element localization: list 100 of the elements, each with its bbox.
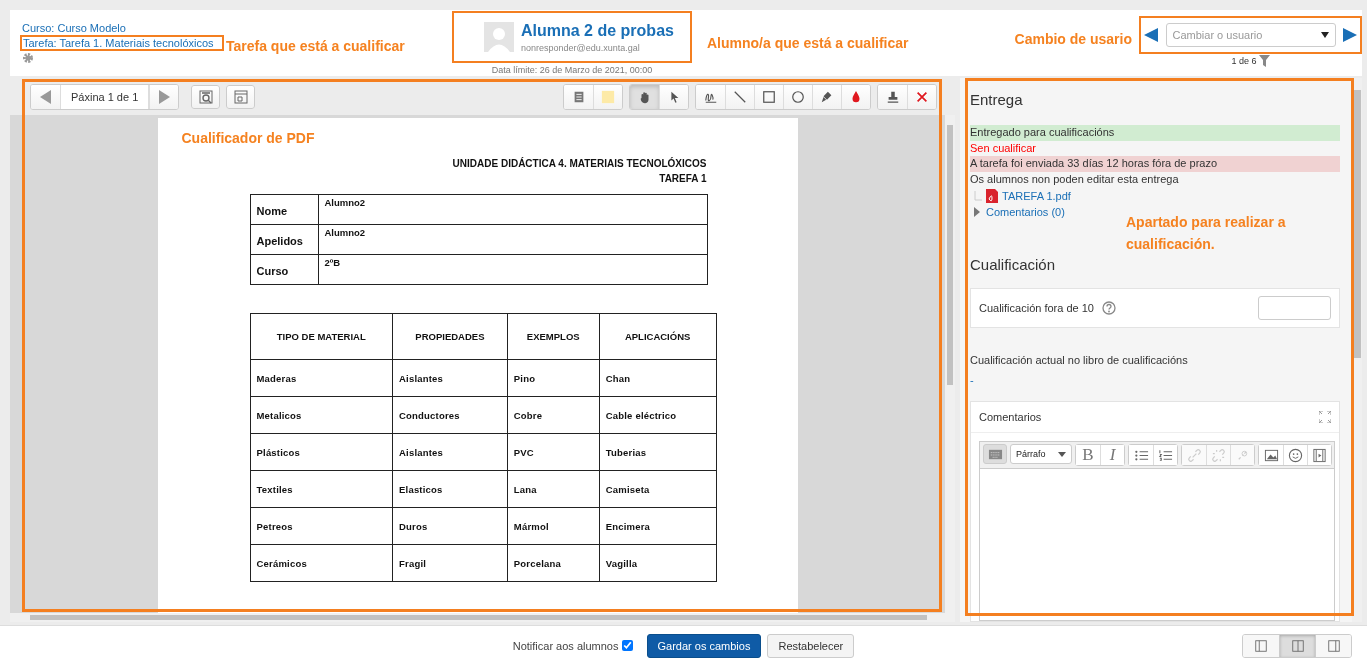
table-cell: Porcelana bbox=[507, 544, 600, 582]
current-grade-value: - bbox=[970, 374, 975, 387]
layout-icon bbox=[1326, 638, 1341, 653]
tool-button[interactable] bbox=[812, 84, 841, 109]
link-icon bbox=[1186, 447, 1202, 463]
scrollbar[interactable] bbox=[1352, 78, 1362, 622]
table-cell: Textiles bbox=[250, 470, 393, 508]
user-name[interactable]: Alumna 2 de probas bbox=[521, 21, 674, 40]
section-heading: Cualificación bbox=[970, 256, 1057, 275]
table-cell: Tuberias bbox=[599, 433, 716, 471]
grade-input[interactable] bbox=[1258, 296, 1331, 321]
notify-label: Notificar aos alumnos bbox=[512, 639, 619, 652]
caret-icon bbox=[1320, 32, 1329, 38]
grade-label: Cualificación fora de 10 bbox=[979, 302, 1094, 315]
status-text: Sen cualificar bbox=[970, 140, 1038, 156]
table-cell: Nome bbox=[250, 194, 318, 225]
tool-button[interactable] bbox=[907, 84, 936, 109]
help-icon bbox=[1101, 301, 1116, 316]
annotation-text: Cualificador de PDF bbox=[181, 130, 315, 146]
scrollbar[interactable] bbox=[945, 115, 955, 622]
expand-button[interactable] bbox=[226, 84, 256, 109]
scrollbar[interactable] bbox=[10, 613, 945, 622]
column-header: TIPO DE MATERIAL bbox=[250, 313, 393, 360]
document-subheading: TAREFA 1 bbox=[658, 172, 707, 186]
save-button[interactable]: Gardar os cambios bbox=[646, 633, 762, 658]
avatar-icon bbox=[484, 22, 514, 52]
reset-button[interactable]: Restabelecer bbox=[767, 633, 855, 658]
tool-button[interactable] bbox=[754, 84, 783, 109]
expand-arrow-icon bbox=[974, 207, 980, 218]
next-arrow-icon bbox=[1342, 27, 1358, 43]
table-cell: Duros bbox=[392, 507, 508, 545]
table-cell: Pino bbox=[507, 359, 600, 397]
close-icon bbox=[915, 89, 929, 104]
editor-button[interactable] bbox=[983, 444, 1007, 465]
document-heading: UNIDADE DIDÁCTICA 4. MATERIAIS TECNOLÓXICOS bbox=[451, 156, 707, 171]
window-icon bbox=[233, 89, 248, 104]
status-text: Os alumnos non poden editar esta entrega bbox=[970, 171, 1180, 187]
numbered-list-icon bbox=[1158, 447, 1173, 463]
table-cell: Metalicos bbox=[250, 396, 393, 434]
table-cell: 2ºB bbox=[318, 254, 707, 285]
due-date: Data límite: 26 de Marzo de 2021, 00:00 bbox=[491, 65, 653, 75]
table-cell: Mármol bbox=[507, 507, 600, 545]
search-comments-button[interactable] bbox=[191, 84, 221, 109]
table-cell: Petreos bbox=[250, 507, 393, 545]
column-header: EXEMPLOS bbox=[507, 313, 600, 360]
course-link[interactable]: Curso: Curso Modelo bbox=[22, 22, 126, 34]
user-count: 1 de 6 bbox=[1231, 56, 1257, 66]
unlink-icon bbox=[1211, 447, 1226, 463]
annotation-text: Tarefa que está a cualificar bbox=[226, 38, 405, 54]
pdf-file-icon bbox=[986, 188, 998, 203]
previous-page-button[interactable] bbox=[31, 84, 60, 109]
editor-field[interactable]: Párrafo B I bbox=[979, 441, 1335, 621]
circle-icon bbox=[791, 89, 805, 104]
editor-button[interactable] bbox=[1307, 445, 1331, 466]
tool-button[interactable] bbox=[878, 84, 907, 109]
current-grade-label: Cualificación actual no libro de cualificacións bbox=[970, 354, 1189, 367]
caret-icon bbox=[1058, 451, 1066, 457]
format-button[interactable]: I bbox=[1100, 445, 1124, 466]
card-title: Comentarios bbox=[979, 411, 1042, 424]
image-icon bbox=[1263, 447, 1279, 463]
user-select[interactable]: Cambiar o usuario bbox=[1165, 23, 1336, 47]
layout-icon bbox=[1254, 638, 1268, 653]
tool-button[interactable] bbox=[630, 84, 659, 109]
table-cell: Lana bbox=[507, 470, 600, 508]
layout-button[interactable] bbox=[1315, 634, 1351, 657]
stamp-icon bbox=[885, 89, 900, 104]
smiley-icon bbox=[1288, 447, 1303, 463]
format-select[interactable]: Párrafo bbox=[1010, 444, 1072, 465]
next-page-button[interactable] bbox=[149, 84, 179, 109]
table-cell: Apelidos bbox=[250, 224, 318, 255]
tool-button[interactable] bbox=[783, 84, 812, 109]
table-cell: Alumno2 bbox=[318, 194, 707, 225]
fullscreen-icon bbox=[1319, 411, 1331, 424]
next-icon bbox=[158, 89, 171, 104]
section-heading: Entrega bbox=[970, 91, 1024, 109]
layout-icon bbox=[1290, 638, 1305, 653]
layout-button[interactable] bbox=[1279, 634, 1315, 657]
color-swatch-icon bbox=[601, 89, 615, 104]
tool-button[interactable] bbox=[841, 84, 870, 109]
table-cell: Maderas bbox=[250, 359, 393, 397]
search-document-icon bbox=[198, 89, 213, 104]
file-link[interactable]: TAREFA 1.pdf bbox=[1002, 189, 1071, 202]
notify-checkbox[interactable] bbox=[621, 640, 633, 651]
tool-button[interactable] bbox=[696, 84, 725, 109]
tool-button[interactable] bbox=[659, 84, 688, 109]
editor-button[interactable] bbox=[1153, 445, 1177, 466]
table-cell: Alumno2 bbox=[318, 224, 707, 255]
square-icon bbox=[762, 89, 776, 104]
table-cell: Curso bbox=[250, 254, 318, 285]
table-cell: Cerámicos bbox=[250, 544, 393, 582]
user-email: nonresponder@edu.xunta.gal bbox=[521, 42, 641, 53]
comments-link[interactable]: Comentarios (0) bbox=[986, 206, 1065, 219]
gear-icon bbox=[22, 52, 34, 64]
column-header: PROPIEDADES bbox=[392, 313, 508, 360]
tool-button[interactable] bbox=[564, 84, 593, 109]
layout-button[interactable] bbox=[1243, 634, 1279, 657]
table-cell: PVC bbox=[507, 433, 600, 471]
status-text: Entregado para cualificacións bbox=[970, 125, 1340, 141]
assignment-link[interactable]: Tarefa: Tarefa 1. Materiais tecnolóxicos bbox=[20, 35, 224, 51]
table-cell: Cable eléctrico bbox=[599, 396, 716, 434]
